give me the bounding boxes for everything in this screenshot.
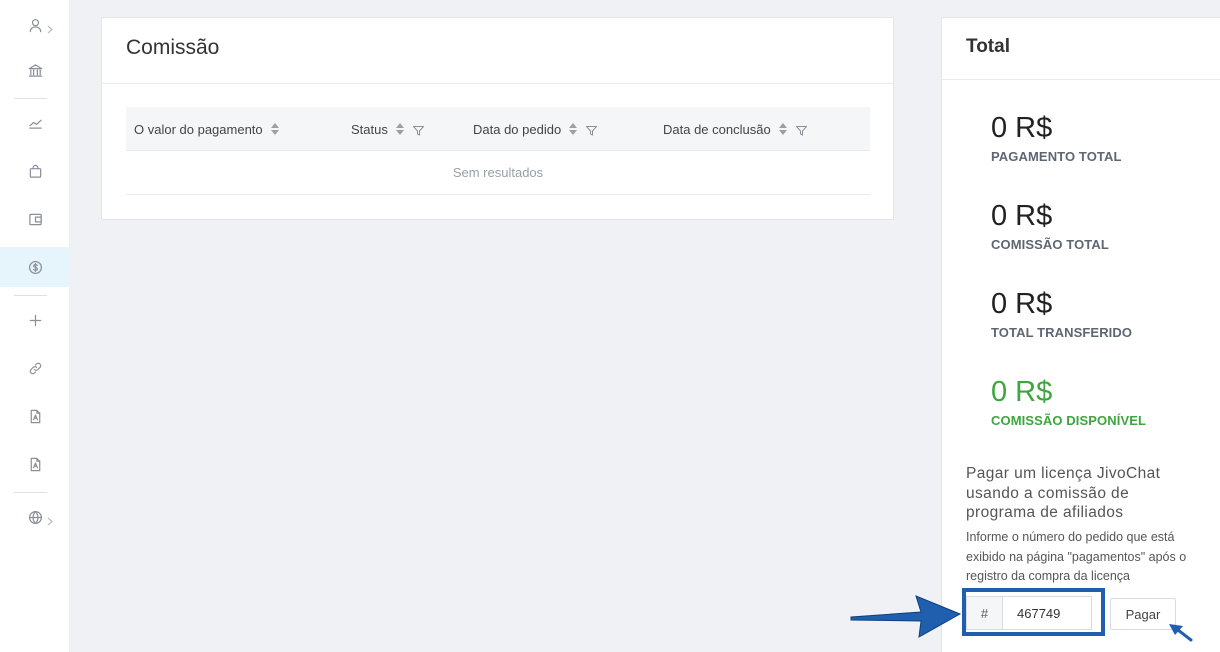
sidebar-divider (14, 98, 47, 99)
stat-value-available-commission: 0 R$ (991, 376, 1053, 408)
pay-license-description: Informe o número do pedido que está exib… (966, 530, 1187, 583)
total-title: Total (966, 36, 1010, 57)
user-icon (29, 18, 41, 32)
stat-value-total-transferred: 0 R$ (991, 288, 1053, 320)
dollar-circle-icon (28, 260, 42, 274)
total-card: Total 0 R$ PAGAMENTO TOTAL 0 R$ COMISSÃO… (941, 17, 1220, 652)
column-header-completion-date[interactable]: Data de conclusão (663, 107, 808, 151)
sort-icon[interactable] (778, 122, 787, 136)
link-icon (29, 362, 41, 374)
shopping-bag-icon (29, 164, 41, 178)
filter-icon[interactable] (585, 124, 598, 136)
wallet-icon (28, 213, 42, 225)
stat-value-total-payment: 0 R$ (991, 112, 1053, 144)
highlight-box (962, 588, 1105, 636)
globe-icon (28, 510, 42, 524)
bank-icon (28, 63, 42, 77)
pdf-file-icon-2 (30, 457, 40, 471)
sidebar-item-account[interactable] (0, 5, 70, 45)
chevron-right-icon[interactable] (47, 21, 53, 34)
sidebar-item-bank[interactable] (0, 50, 70, 90)
table-header: O valor do pagamento Status Data do pedi… (126, 107, 870, 151)
stat-value-total-commission: 0 R$ (991, 200, 1053, 232)
chart-line-icon (28, 119, 42, 129)
plus-icon (29, 314, 41, 326)
column-header-status[interactable]: Status (351, 107, 425, 151)
divider (102, 83, 893, 84)
stat-label-total-payment: PAGAMENTO TOTAL (991, 149, 1122, 164)
filter-icon[interactable] (795, 124, 808, 136)
pdf-file-icon (30, 409, 40, 423)
sidebar-item-orders[interactable] (0, 151, 70, 191)
sidebar-divider (14, 295, 47, 296)
sidebar-item-commission[interactable] (0, 247, 70, 287)
commission-card: Comissão O valor do pagamento Status Dat… (101, 17, 894, 220)
sort-icon[interactable] (395, 122, 404, 136)
divider (942, 79, 1220, 80)
sidebar-item-add[interactable] (0, 300, 70, 340)
empty-state: Sem resultados (126, 151, 870, 195)
sidebar-item-language[interactable] (0, 497, 70, 537)
column-header-order-date[interactable]: Data do pedido (473, 107, 598, 151)
sidebar-item-wallet[interactable] (0, 199, 70, 239)
filter-icon[interactable] (412, 124, 425, 136)
pay-license-heading: Pagar um licença JivoChat usando a comis… (966, 465, 1161, 521)
stat-label-total-commission: COMISSÃO TOTAL (991, 237, 1109, 252)
sidebar (0, 0, 70, 652)
sidebar-divider (14, 492, 47, 493)
page-title: Comissão (126, 36, 220, 59)
column-header-payment-value[interactable]: O valor do pagamento (134, 107, 279, 151)
sidebar-item-document-2[interactable] (0, 444, 70, 484)
sidebar-item-statistics[interactable] (0, 102, 70, 142)
stat-label-available-commission: COMISSÃO DISPONÍVEL (991, 413, 1147, 428)
pay-button[interactable]: Pagar (1110, 598, 1176, 630)
stat-label-total-transferred: TOTAL TRANSFERIDO (991, 325, 1133, 340)
chevron-right-icon[interactable] (47, 513, 53, 526)
sort-icon[interactable] (569, 122, 578, 136)
sort-icon[interactable] (270, 122, 279, 136)
sidebar-item-links[interactable] (0, 348, 70, 388)
sidebar-item-document[interactable] (0, 396, 70, 436)
